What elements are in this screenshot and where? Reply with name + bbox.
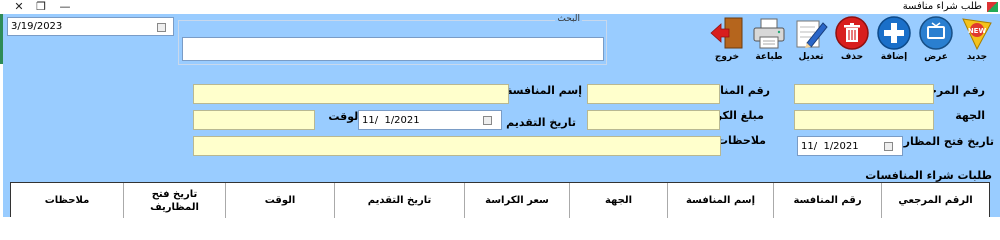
search-input[interactable] xyxy=(182,37,604,61)
column-header-label: ملاحظات xyxy=(44,195,90,206)
view-button[interactable]: عرض xyxy=(917,15,955,65)
delete-button[interactable]: حذف xyxy=(833,15,871,65)
exit-door-icon xyxy=(709,15,745,51)
submit-date-value: 11/ 1/2021 xyxy=(362,115,420,126)
tender-name-field[interactable] xyxy=(193,84,509,104)
search-group: البحث xyxy=(178,14,607,65)
envelopes-date-value: 11/ 1/2021 xyxy=(801,141,859,152)
column-header-label: إسم المنافسة xyxy=(685,195,756,206)
print-button[interactable]: طباعة xyxy=(750,15,788,65)
tender-name-label: إسم المنافسة xyxy=(505,84,582,97)
view-label: عرض xyxy=(924,52,948,62)
grid-title: طلبات شراء المنافسات xyxy=(865,169,992,182)
column-header-envelopes-date[interactable]: تاريخ فتح المظاريف xyxy=(123,183,225,218)
column-header-tender-name[interactable]: إسم المنافسة xyxy=(667,183,773,218)
exit-button[interactable]: خروج xyxy=(708,15,746,65)
column-header-label: الرقم المرجعي xyxy=(898,195,973,206)
add-button[interactable]: إضافة xyxy=(875,15,913,65)
new-label: جديد xyxy=(966,52,988,62)
calendar-icon[interactable] xyxy=(483,116,492,125)
minimize-window-button[interactable]: — xyxy=(54,0,76,14)
submit-date-picker[interactable]: 11/ 1/2021 xyxy=(358,110,502,130)
column-header-entity[interactable]: الجهة xyxy=(569,183,667,218)
column-header-ref-no[interactable]: الرقم المرجعي xyxy=(881,183,989,218)
tv-icon xyxy=(918,15,954,51)
printer-icon xyxy=(751,15,787,51)
pencil-icon xyxy=(793,15,829,51)
tender-no-field[interactable] xyxy=(587,84,720,104)
trash-icon xyxy=(834,15,870,51)
calendar-icon[interactable] xyxy=(884,142,893,151)
entity-label: الجهة xyxy=(955,109,985,122)
column-header-tender-no[interactable]: رقم المنافسة xyxy=(773,183,881,218)
notes-field[interactable] xyxy=(193,136,721,156)
current-date-value: 3/19/2023 xyxy=(11,21,63,32)
submit-date-label: تاريخ التقديم xyxy=(506,116,576,129)
edit-label: تعديل xyxy=(798,52,824,62)
column-header-label: الوقت xyxy=(264,195,296,206)
envelopes-date-picker[interactable]: 11/ 1/2021 xyxy=(797,136,903,156)
title-bar: ✕ ❐ — طلب شراء منافسة xyxy=(0,0,1000,14)
time-label: الوقت xyxy=(328,110,362,123)
new-icon: NEW xyxy=(959,15,995,51)
delete-label: حذف xyxy=(840,52,864,62)
exit-label: خروج xyxy=(714,52,740,62)
column-header-submit-date[interactable]: تاريخ التقديم xyxy=(334,183,464,218)
print-label: طباعة xyxy=(755,52,783,62)
window-title: طلب شراء منافسة xyxy=(902,1,982,12)
entity-field[interactable] xyxy=(794,110,934,130)
search-legend: البحث xyxy=(555,14,582,24)
booklet-amount-field[interactable] xyxy=(587,110,720,130)
column-header-booklet-price[interactable]: سعر الكراسة xyxy=(464,183,569,218)
notes-label: ملاحظات xyxy=(717,134,766,147)
tenders-grid[interactable]: الرقم المرجعي رقم المنافسة إسم المنافسة … xyxy=(10,182,990,218)
column-header-notes[interactable]: ملاحظات xyxy=(11,183,123,218)
restore-window-button[interactable]: ❐ xyxy=(30,0,52,14)
svg-text:NEW: NEW xyxy=(968,27,987,35)
current-date-picker[interactable]: 3/19/2023 xyxy=(7,17,174,36)
column-header-label: رقم المنافسة xyxy=(793,195,862,206)
column-header-label: تاريخ فتح المظاريف xyxy=(150,188,199,213)
column-header-time[interactable]: الوقت xyxy=(225,183,334,218)
add-label: إضافة xyxy=(880,52,908,62)
time-field[interactable] xyxy=(193,110,315,130)
ref-no-field[interactable] xyxy=(794,84,934,104)
column-header-label: الجهة xyxy=(604,195,633,206)
app-icon xyxy=(987,2,998,12)
plus-icon xyxy=(876,15,912,51)
new-button[interactable]: NEW جديد xyxy=(958,15,996,65)
edit-button[interactable]: تعديل xyxy=(792,15,830,65)
column-header-label: سعر الكراسة xyxy=(485,195,549,206)
calendar-icon[interactable] xyxy=(157,23,166,32)
column-header-label: تاريخ التقديم xyxy=(367,195,432,206)
close-window-button[interactable]: ✕ xyxy=(8,0,30,14)
